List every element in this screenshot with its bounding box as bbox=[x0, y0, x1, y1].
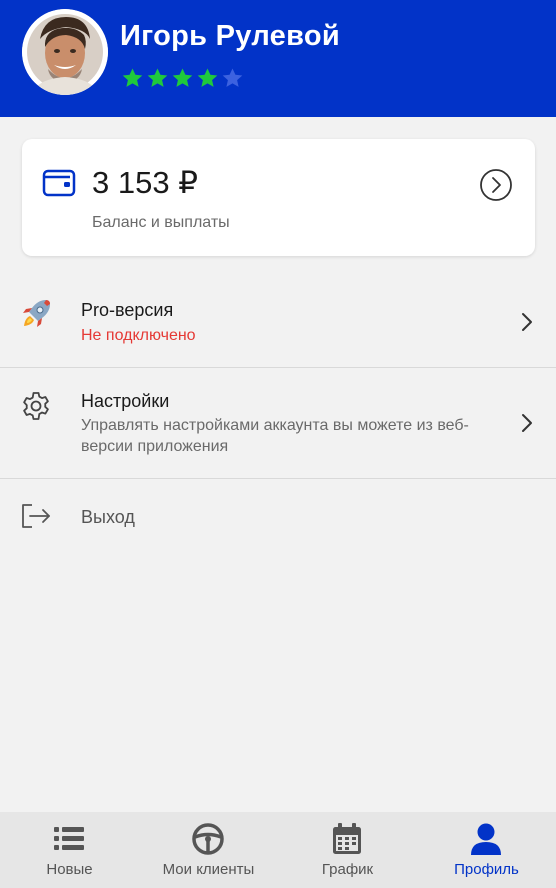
star-filled-icon bbox=[147, 68, 168, 87]
user-name: Игорь Рулевой bbox=[120, 20, 340, 52]
tab-new-label: Новые bbox=[46, 861, 93, 878]
settings-title: Настройки bbox=[81, 391, 170, 411]
menu-item-settings[interactable]: Настройки Управлять настройками аккаунта… bbox=[0, 368, 556, 478]
logout-icon bbox=[22, 504, 50, 528]
user-photo-icon bbox=[22, 9, 108, 95]
profile-header: Игорь Рулевой bbox=[0, 0, 556, 117]
rocket-icon bbox=[23, 300, 50, 327]
calendar-icon bbox=[333, 823, 361, 854]
tab-my-clients-label: Мои клиенты bbox=[162, 861, 255, 878]
chevron-right-icon bbox=[522, 414, 532, 432]
steering-wheel-icon bbox=[192, 823, 224, 855]
chevron-right-circle-icon[interactable] bbox=[479, 168, 513, 202]
menu-item-pro[interactable]: Pro-версия Не подключено bbox=[0, 280, 556, 366]
chevron-right-icon bbox=[522, 313, 532, 331]
wallet-icon bbox=[42, 169, 76, 197]
person-icon bbox=[471, 823, 501, 855]
star-filled-icon bbox=[122, 68, 143, 87]
logout-label: Выход bbox=[81, 507, 135, 527]
star-empty-icon bbox=[222, 68, 243, 87]
gear-icon bbox=[23, 392, 49, 420]
tab-schedule[interactable]: График bbox=[278, 812, 417, 888]
pro-status: Не подключено bbox=[81, 327, 196, 344]
avatar[interactable] bbox=[22, 9, 108, 95]
balance-amount: 3 153 ₽ bbox=[92, 165, 198, 200]
tab-profile-label: Профиль bbox=[454, 861, 519, 878]
star-filled-icon bbox=[197, 68, 218, 87]
bottom-nav: Новые Мои клиенты График Профиль bbox=[0, 812, 556, 888]
menu-item-logout[interactable]: Выход bbox=[0, 480, 556, 560]
star-filled-icon bbox=[172, 68, 193, 87]
tab-schedule-label: График bbox=[321, 861, 374, 878]
settings-description: Управлять настройками аккаунта вы можете… bbox=[81, 417, 469, 455]
divider bbox=[0, 478, 556, 479]
rating-stars bbox=[120, 66, 245, 90]
balance-label: Баланс и выплаты bbox=[92, 214, 230, 231]
tab-profile[interactable]: Профиль bbox=[417, 812, 556, 888]
tab-my-clients[interactable]: Мои клиенты bbox=[139, 812, 278, 888]
list-icon bbox=[54, 827, 84, 850]
tab-new[interactable]: Новые bbox=[0, 812, 139, 888]
balance-card[interactable]: 3 153 ₽ Баланс и выплаты bbox=[22, 139, 535, 256]
pro-title: Pro-версия bbox=[81, 300, 174, 320]
